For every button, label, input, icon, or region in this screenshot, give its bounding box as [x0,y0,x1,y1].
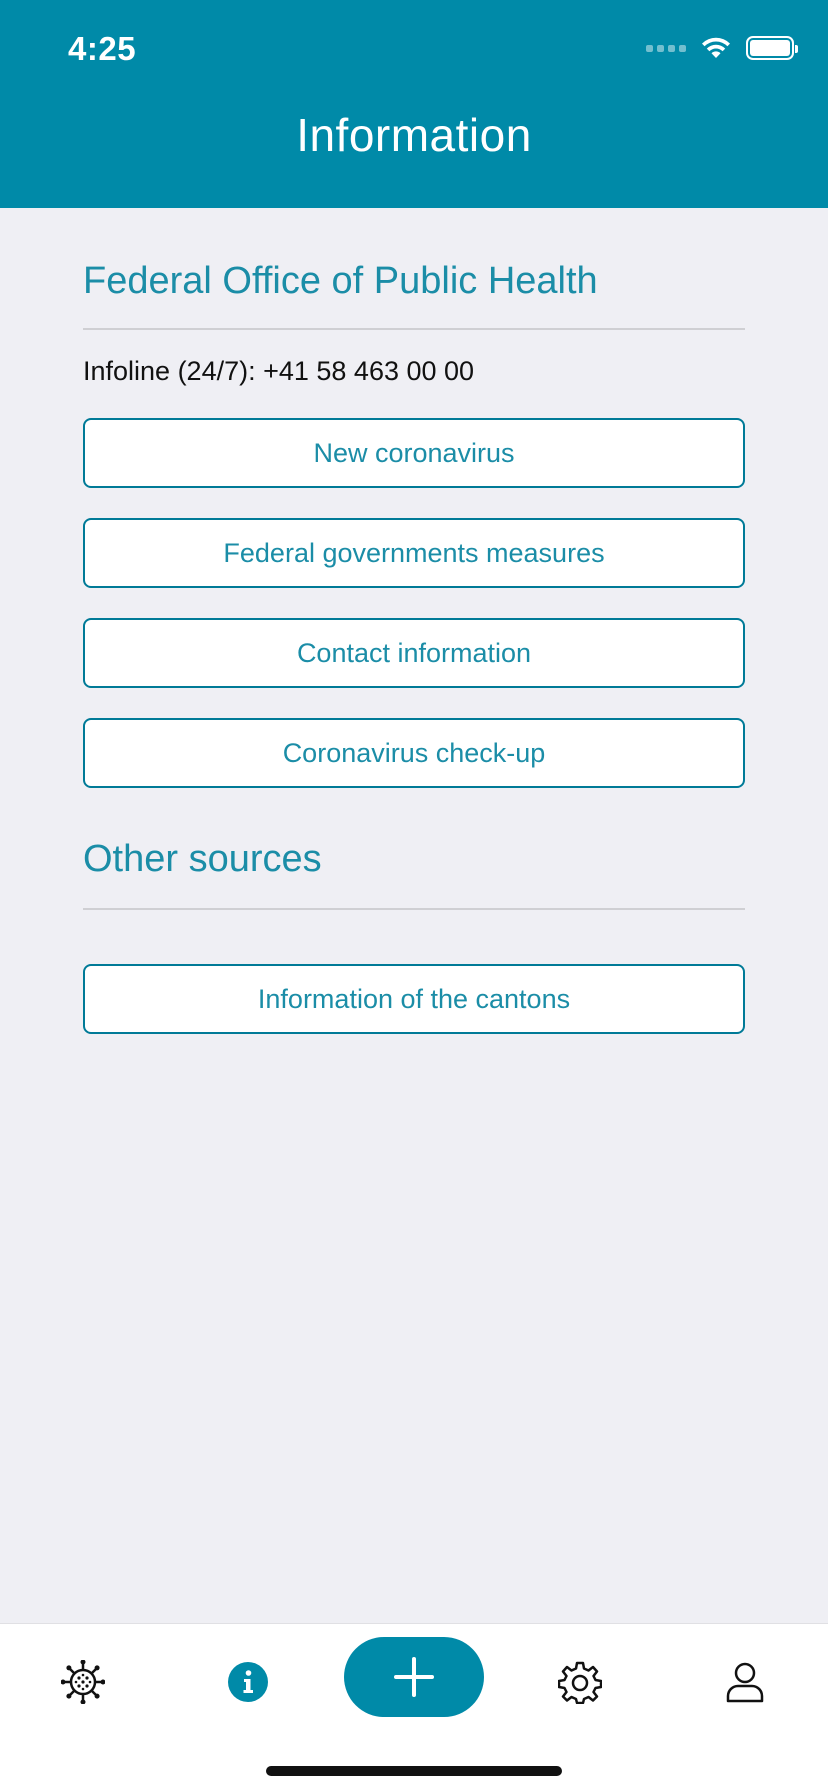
tab-info[interactable] [220,1654,276,1710]
status-icons [646,36,798,60]
person-icon [726,1662,764,1703]
coronavirus-checkup-button[interactable]: Coronavirus check-up [83,718,745,788]
gear-icon [558,1661,602,1704]
info-icon [228,1662,268,1702]
wifi-icon [702,37,730,58]
screen: 4:25 Information Federal Office of Publi… [0,0,828,1792]
new-coronavirus-button[interactable]: New coronavirus [83,418,745,488]
federal-measures-button[interactable]: Federal governments measures [83,518,745,588]
tab-profile[interactable] [717,1654,773,1710]
battery-icon [746,36,798,60]
contact-information-button[interactable]: Contact information [83,618,745,688]
divider [83,328,745,330]
plus-icon [394,1657,434,1697]
page-title: Information [296,109,532,161]
infoline-text: Infoline (24/7): +41 58 463 00 00 [83,356,475,386]
add-button[interactable] [344,1637,484,1717]
virus-icon [61,1660,105,1704]
app-header: 4:25 Information [0,0,828,208]
cantons-information-button[interactable]: Information of the cantons [83,964,745,1034]
section-title-other-sources: Other sources [83,838,322,880]
tab-virus[interactable] [55,1654,111,1710]
home-indicator [266,1766,562,1776]
status-time: 4:25 [68,30,137,67]
cellular-signal-icon [646,44,686,52]
section-title-foph: Federal Office of Public Health [83,260,598,302]
divider [83,908,745,910]
tab-settings[interactable] [552,1654,608,1710]
